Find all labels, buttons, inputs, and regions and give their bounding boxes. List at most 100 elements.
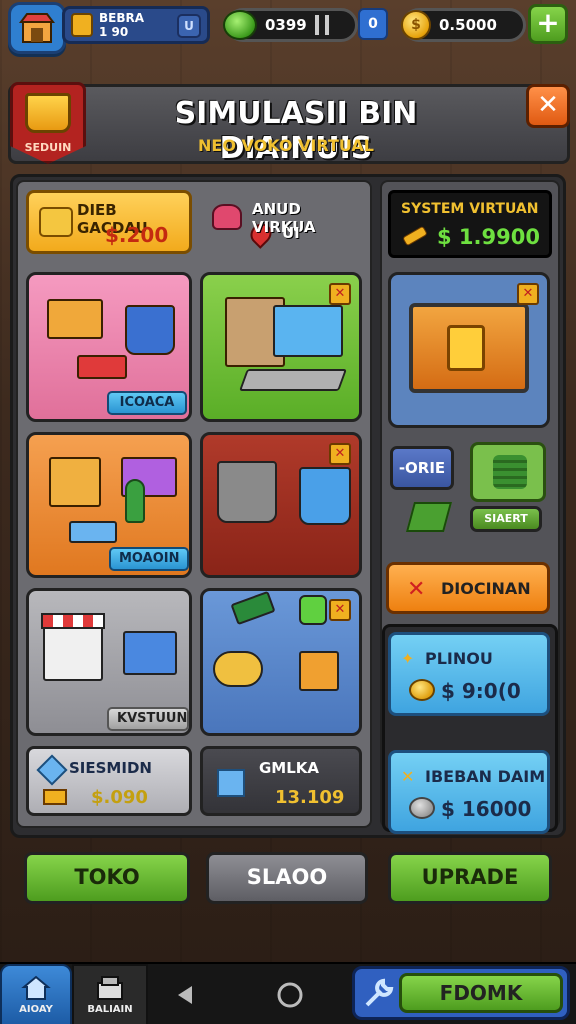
- tile-stall-tag[interactable]: KVSTUUN: [107, 707, 189, 731]
- upgrade-button[interactable]: UPRADE: [388, 852, 552, 904]
- balance-value: $ 16000: [441, 797, 532, 821]
- cash-stack-icon: [230, 591, 276, 626]
- ore-button[interactable]: -ORIE: [390, 446, 454, 490]
- home-circle-icon: [277, 982, 303, 1008]
- gold-bar-icon: [402, 225, 428, 247]
- close-button[interactable]: ✕: [526, 84, 570, 128]
- player-info[interactable]: BEBRA 1 90 U: [62, 6, 210, 44]
- roller-icon: [213, 651, 263, 687]
- tools-icon: ✕: [407, 577, 426, 602]
- reputation-stat: ANUD VIRKUA UI: [206, 196, 366, 256]
- emerald-icon: [405, 502, 453, 532]
- spark-icon: ✕: [401, 767, 415, 786]
- gem-add-button[interactable]: 0: [358, 8, 388, 40]
- shop-stall-icon: [19, 13, 55, 43]
- mystery-crate-icon: [409, 303, 529, 393]
- add-coins-button[interactable]: +: [528, 4, 568, 44]
- balance-card[interactable]: ✕ IBEBAN DAIM $ 16000: [388, 750, 550, 834]
- crystal-icon: [36, 754, 68, 786]
- income-value: $.200: [105, 223, 169, 247]
- card-reader-icon: [69, 521, 117, 543]
- gray-bin-icon: [217, 461, 277, 523]
- player-avatar[interactable]: [8, 2, 66, 54]
- balance-label: IBEBAN DAIM: [425, 767, 546, 786]
- stat-right-label: GMLKA: [259, 759, 320, 777]
- tile-register-tag[interactable]: MOAOIN: [109, 547, 189, 571]
- coin-counter: $ 0.5000: [401, 8, 526, 42]
- top-bar: BEBRA 1 90 U 0399 0 $ 0.5000 +: [0, 0, 576, 54]
- stat-left-value: $.090: [91, 787, 148, 808]
- gem-icon: [223, 10, 257, 40]
- coin-stack-tile[interactable]: [470, 442, 546, 502]
- player-menu-button[interactable]: U: [177, 14, 201, 38]
- wrench-icon: [365, 978, 394, 1007]
- page-subtitle: NEO VOKO VIRTUAL: [198, 136, 374, 155]
- blue-bin-icon: [299, 467, 351, 525]
- toko-button[interactable]: TOKO: [24, 852, 190, 904]
- gem-value: 0399: [265, 16, 307, 34]
- fdomk-button[interactable]: FDOMK: [352, 966, 570, 1020]
- coin-icon: [409, 679, 435, 701]
- earnings-card[interactable]: ✦ PLINOU $ 9:0(0: [388, 632, 550, 716]
- diocinan-button[interactable]: ✕ DIOCINAN: [386, 562, 550, 614]
- system-label: SYSTEM VIRTUAN: [401, 201, 539, 217]
- back-nav[interactable]: [156, 964, 216, 1024]
- shop-tile-tools[interactable]: ✕: [200, 588, 362, 736]
- tile-crates-tag[interactable]: ICOACA: [107, 391, 187, 415]
- home-icon: [21, 975, 51, 1000]
- crate-badge[interactable]: ✕: [517, 283, 539, 305]
- system-value: $ 1.9900: [437, 225, 540, 249]
- crate-icon: [49, 457, 101, 507]
- keyboard-icon: [238, 369, 348, 391]
- stat-left-card[interactable]: SIESMIDN $.090: [26, 746, 192, 816]
- gold-bar-icon: [43, 789, 67, 805]
- basket-icon: [212, 204, 242, 230]
- stat-left-label: SIESMIDN: [69, 759, 152, 777]
- supply-box-icon: [123, 631, 177, 675]
- profile-icon: [71, 13, 93, 37]
- shop-tile-crates[interactable]: ICOACA: [26, 272, 192, 422]
- scanner-icon: [299, 595, 327, 625]
- income-card[interactable]: DIEB GACDAU $.200: [26, 190, 192, 254]
- shop-badge-label: SEDUIN: [24, 141, 72, 154]
- shop-tile-computer[interactable]: ✕: [200, 272, 362, 422]
- stat-right-value: 13.109: [275, 787, 345, 808]
- toolbox-icon: [299, 651, 339, 691]
- basket-icon: [25, 93, 71, 133]
- crate-icon: [47, 299, 103, 339]
- nav-shop-label: BALIAIN: [87, 1004, 133, 1015]
- awning-icon: [41, 613, 105, 629]
- siaert-button[interactable]: SIAERT: [470, 506, 542, 532]
- earnings-label: PLINOU: [425, 649, 493, 668]
- nav-home-label: AIOAY: [19, 1004, 53, 1015]
- back-triangle-icon: [178, 986, 192, 1004]
- reputation-label: ANUD VIRKUA: [252, 200, 316, 236]
- question-icon: [447, 325, 485, 371]
- coin-icon: $: [401, 10, 431, 40]
- shop-tile-register[interactable]: MOAOIN: [26, 432, 192, 578]
- home-nav[interactable]: [260, 964, 320, 1024]
- sdaoo-button[interactable]: SLAOO: [206, 852, 368, 904]
- spark-icon: ✦: [401, 649, 415, 668]
- diocinan-label: DIOCINAN: [441, 579, 531, 598]
- tile-tools-badge[interactable]: ✕: [329, 599, 351, 621]
- mystery-crate-tile[interactable]: ✕: [388, 272, 550, 428]
- money-stack-icon: [39, 207, 73, 237]
- monitor-icon: [273, 305, 343, 357]
- pause-icon[interactable]: [315, 15, 329, 35]
- nav-home[interactable]: AIOAY: [0, 964, 72, 1024]
- nav-shop[interactable]: BALIAIN: [72, 964, 148, 1024]
- system-balance-card: SYSTEM VIRTUAN $ 1.9900: [388, 190, 552, 258]
- shop-tile-stall[interactable]: KVSTUUN: [26, 588, 192, 736]
- cashier-figure-icon: [125, 479, 145, 523]
- gem-counter: 0399: [223, 8, 358, 42]
- shop-tile-bins[interactable]: ✕: [200, 432, 362, 578]
- coin-value: 0.5000: [439, 16, 497, 34]
- player-level: 1 90: [99, 25, 129, 39]
- stat-right-card[interactable]: GMLKA 13.109: [200, 746, 362, 816]
- toolbox-icon: [77, 355, 127, 379]
- earnings-value: $ 9:0(0: [441, 679, 521, 703]
- tile-bins-badge[interactable]: ✕: [329, 443, 351, 465]
- bin-icon: [125, 305, 175, 355]
- tile-computer-badge[interactable]: ✕: [329, 283, 351, 305]
